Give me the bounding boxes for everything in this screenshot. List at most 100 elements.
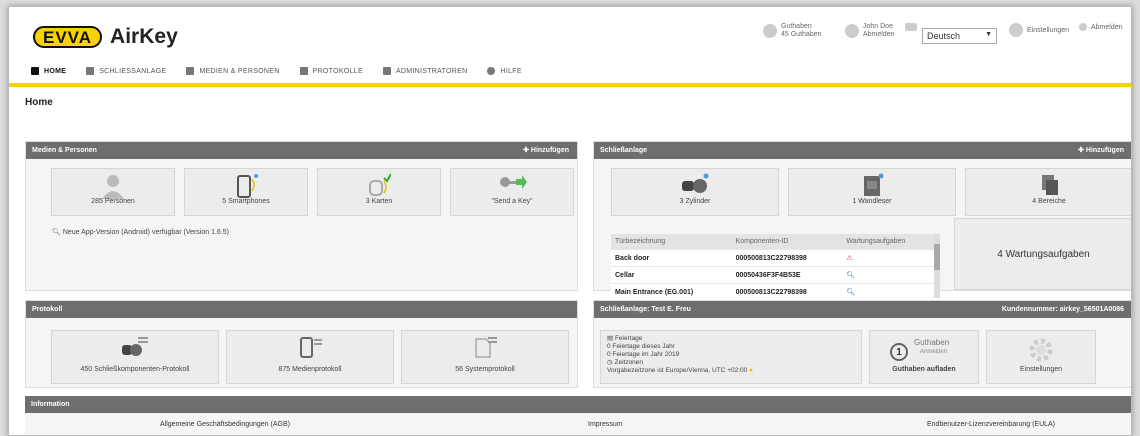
holidays-line1: 0 Feiertage dieses Jahr (607, 343, 675, 350)
nav-label: MEDIEN & PERSONEN (199, 67, 280, 75)
language-icon-wrap (905, 23, 921, 31)
top-bar: EVVA AirKey Guthaben 45 Guthaben John Doe… (9, 7, 1131, 55)
document-icon (299, 67, 308, 75)
panel-title: Schließanlage (600, 147, 648, 154)
table-row[interactable]: Main Entrance (EG.001) 000500813C22798398… (611, 283, 936, 300)
add-media-button[interactable]: ✚ Hinzufügen (523, 142, 569, 159)
maintenance-count: 4 Wartungsaufgaben (997, 249, 1090, 260)
phone-log-icon (300, 337, 322, 358)
panel-title: Schließanlage: Test E. Freu (600, 306, 691, 313)
send-key-icon (500, 175, 527, 189)
panel-title: Medien & Personen (32, 147, 97, 154)
nav-media-persons[interactable]: MEDIEN & PERSONEN (186, 67, 279, 75)
imprint-link[interactable]: Impressum (588, 421, 623, 428)
settings-link[interactable]: Einstellungen (1009, 23, 1069, 37)
nav-administrators[interactable]: ADMINISTRATOREN (382, 67, 468, 75)
user-menu[interactable]: John Doe Abmelden (845, 23, 895, 39)
maintenance-table: Türbezeichnung Komponenten-ID Wartungsau… (611, 234, 936, 300)
areas-tile[interactable]: 4 Bereiche (965, 168, 1131, 216)
admin-icon (382, 67, 391, 75)
door-name: Cellar (611, 266, 732, 284)
component-id: 000500813C22798398 (731, 283, 843, 300)
tile-label: 56 Systemprotokoll (455, 366, 515, 373)
maintenance-icon: 🔍︎ (842, 283, 936, 300)
help-icon (487, 67, 496, 75)
panel-header: Protokoll (26, 301, 577, 318)
component-protocol-tile[interactable]: 450 Schließkomponenten-Protokoll (51, 330, 219, 384)
holidays-line2: 0 Feiertage im Jahr 2019 (607, 351, 680, 358)
add-label: Hinzufügen (530, 147, 569, 154)
credit-count: 1 (890, 343, 908, 361)
tile-label: 875 Medienprotokoll (278, 366, 342, 373)
nav-label: HOME (44, 67, 67, 75)
send-a-key-tile[interactable]: "Send a Key" (450, 168, 574, 216)
areas-icon (1042, 175, 1058, 195)
tile-label: 3 Karten (365, 198, 393, 205)
panel-header: Medien & Personen ✚ Hinzufügen (26, 142, 577, 159)
credit-indicator[interactable]: Guthaben 45 Guthaben (763, 23, 821, 39)
tile-label: 450 Schließkomponenten-Protokoll (80, 366, 190, 373)
logout-link-sub: Abmelden (863, 31, 895, 38)
cards-tile[interactable]: 3 Karten (317, 168, 441, 216)
media-protocol-tile[interactable]: 875 Medienprotokoll (226, 330, 394, 384)
door-name: Back door (611, 249, 732, 267)
app-window: EVVA AirKey Guthaben 45 Guthaben John Doe… (8, 6, 1132, 436)
cylinders-tile[interactable]: 3 Zylinder (611, 168, 779, 216)
maintenance-tasks-tile[interactable]: 4 Wartungsaufgaben (954, 218, 1131, 290)
logout-link[interactable]: Abmelden (1079, 23, 1123, 31)
app-version-note[interactable]: 🔍︎ Neue App-Version (Android) verfügbar … (52, 228, 229, 236)
component-id: 000500813C22798398 (731, 249, 843, 267)
locking-system-info-panel: Schließanlage: Test E. Freu Kundennummer:… (593, 300, 1131, 388)
logo[interactable]: EVVA AirKey (33, 25, 178, 49)
locking-system-panel: Schließanlage ✚ Hinzufügen 3 Zylinder 1 W… (593, 141, 1131, 300)
gear-icon (1009, 23, 1023, 37)
smartphones-tile[interactable]: 5 Smartphones (184, 168, 308, 216)
nav-label: PROTOKOLLE (312, 67, 363, 75)
warning-icon: ⚠︎ (842, 249, 936, 267)
customer-number: Kundennummer: airkey_56501A0086 (1001, 306, 1124, 313)
system-protocol-tile[interactable]: 56 Systemprotokoll (401, 330, 569, 384)
panel-header: Information (25, 396, 1131, 413)
door-name: Main Entrance (EG.001) (611, 283, 732, 300)
table-row[interactable]: Back door 000500813C22798398 ⚠︎ (611, 249, 936, 267)
tile-label: 3 Zylinder (679, 198, 711, 205)
eula-link[interactable]: Endbenutzer-Lizenzvereinbarung (EULA) (927, 421, 1055, 428)
tile-label: 5 Smartphones (222, 198, 270, 205)
user-name: John Doe (863, 23, 893, 30)
nav-label: HILFE (500, 67, 522, 75)
media-persons-panel: Medien & Personen ✚ Hinzufügen 285 Person… (25, 141, 578, 291)
timezone-title-text: Zeitzonen (614, 359, 644, 366)
information-panel: Information Allgemeine Geschäftsbedingun… (25, 396, 1131, 435)
wall-readers-tile[interactable]: 1 Wandleser (788, 168, 956, 216)
component-id: 00050436F3F4B53E (731, 266, 843, 284)
column-header[interactable]: Komponenten-ID (731, 234, 843, 250)
persons-tile[interactable]: 285 Personen (51, 168, 175, 216)
nav-locking-system[interactable]: SCHLIESSANLAGE (86, 67, 166, 75)
add-component-button[interactable]: ✚ Hinzufügen (1078, 142, 1124, 159)
nav-home[interactable]: HOME (31, 67, 66, 75)
language-select[interactable]: Deutsch ▼ (922, 28, 997, 44)
table-row[interactable]: Cellar 00050436F3F4B53E 🔍︎ (611, 266, 936, 284)
nav-protocols[interactable]: PROTOKOLLE (299, 67, 363, 75)
timezone-text: Vorgabezeitzone ist Europe/Vienna, UTC +… (607, 367, 748, 374)
home-icon (31, 67, 39, 75)
holidays-timezone-tile[interactable]: ▤ Feiertage 0 Feiertage dieses Jahr 0 Fe… (600, 330, 862, 384)
credit-tile[interactable]: 1 Guthaben Anmelden Guthaben aufladen (869, 330, 979, 384)
column-header[interactable]: Türbezeichnung (611, 234, 732, 250)
settings-tile[interactable]: Einstellungen (986, 330, 1096, 384)
maintenance-icon: 🔍︎ (842, 266, 936, 284)
page-title: Home (25, 97, 53, 108)
language-value: Deutsch (927, 31, 961, 41)
add-label: Hinzufügen (1085, 147, 1124, 154)
terms-link[interactable]: Allgemeine Geschäftsbedingungen (AGB) (160, 421, 290, 428)
table-scrollbar[interactable] (934, 234, 940, 298)
logout-icon (1079, 23, 1087, 31)
holidays-title-text: Feiertage (614, 335, 643, 342)
panel-title: Protokoll (32, 306, 63, 313)
nav-help[interactable]: HILFE (487, 67, 522, 75)
smiley-icon: ● (749, 367, 754, 374)
wall-reader-icon (864, 173, 884, 196)
scrollbar-thumb[interactable] (934, 244, 940, 270)
column-header[interactable]: Wartungsaufgaben (842, 234, 936, 250)
timezone-line: Vorgabezeitzone ist Europe/Vienna, UTC +… (607, 367, 855, 375)
